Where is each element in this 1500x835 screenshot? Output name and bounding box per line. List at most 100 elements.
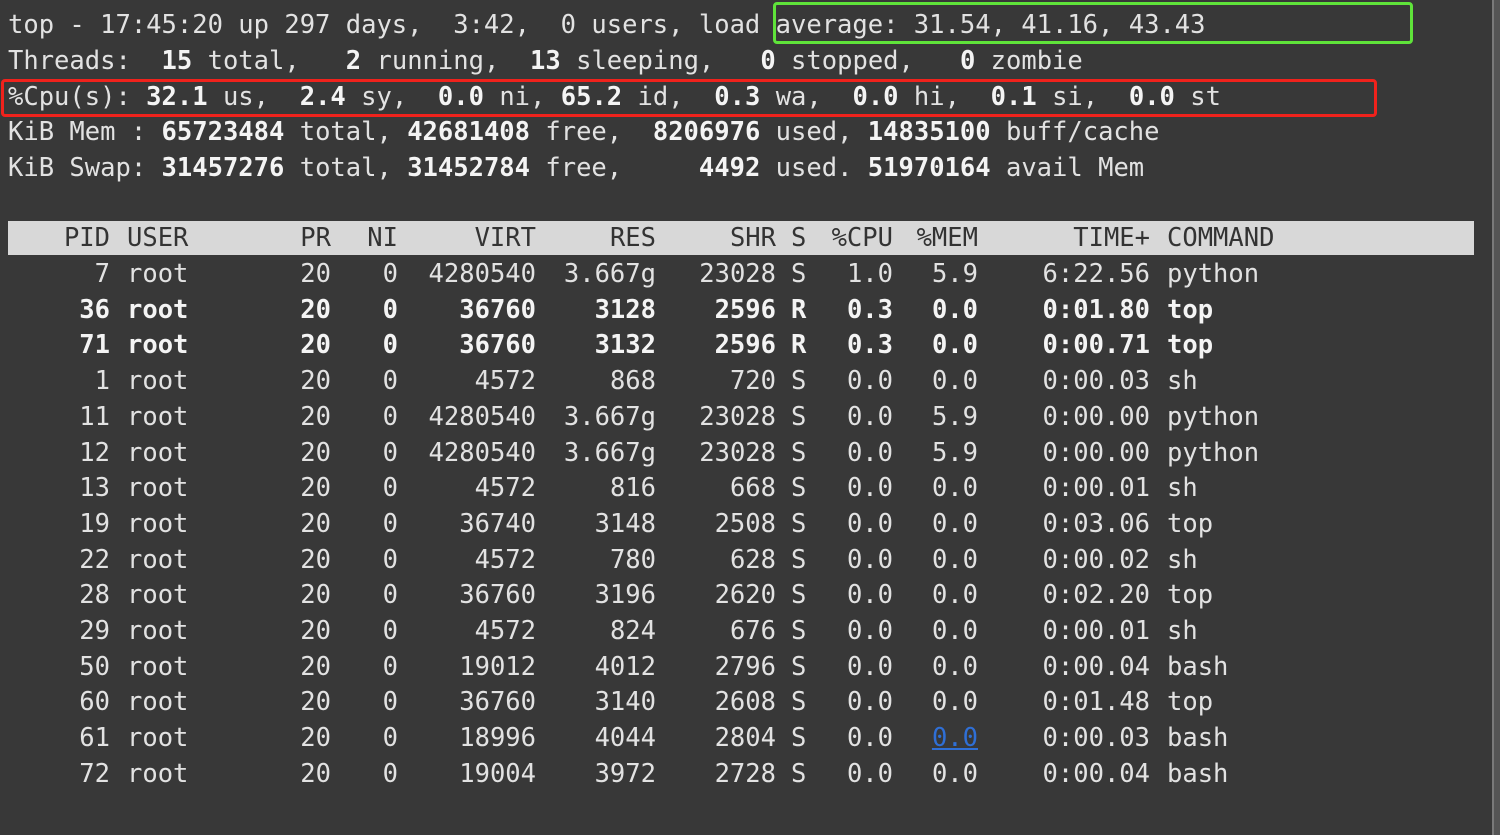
cell-cpu: 0.0 xyxy=(846,616,893,646)
cell-s: S xyxy=(791,723,807,754)
cell-cmd: sh xyxy=(1167,473,1198,504)
cell-cmd: top xyxy=(1167,330,1214,361)
table-row: 11 root 20 0 4280540 3.667g 23028 S 0.0 5.9 0:00.0… xyxy=(8,400,1474,436)
cell-virt: 19012 xyxy=(459,651,536,682)
cell-time: 0:00.02 xyxy=(1042,544,1150,575)
cell-mem: 0.0 xyxy=(931,580,978,611)
mem-buff-cache: 14835100 xyxy=(867,117,991,147)
cell-res: 4012 xyxy=(594,651,656,682)
cell-res: 824 xyxy=(609,616,656,646)
cell-res: 3.667g xyxy=(563,401,656,432)
cell-s: S xyxy=(791,473,807,504)
cell-time: 0:00.04 xyxy=(1042,651,1150,682)
cell-cpu: 0.0 xyxy=(846,723,893,754)
threads-total: 15 xyxy=(161,46,193,76)
cell-virt: 4572 xyxy=(474,616,536,646)
cell-virt: 36760 xyxy=(459,294,536,325)
cell-time: 0:00.04 xyxy=(1042,758,1150,789)
cell-res: 3132 xyxy=(594,330,656,361)
cell-cmd: top xyxy=(1167,294,1214,325)
col-cpu: %CPU xyxy=(831,223,893,253)
cell-mem: 0.0 xyxy=(931,616,978,646)
table-row: 50 root 20 0 19012 4012 2796 S 0.0 0.0 0:00.04 bash xyxy=(8,650,1474,686)
cell-shr: 2508 xyxy=(714,508,776,539)
cell-pid: 19 xyxy=(79,508,110,539)
cell-pr: 20 xyxy=(300,294,331,325)
cell-ni: 0 xyxy=(382,544,398,575)
cell-cmd: python xyxy=(1167,259,1260,289)
cell-pr: 20 xyxy=(300,330,331,361)
cell-cpu: 0.0 xyxy=(846,366,893,397)
table-row: 28 root 20 0 36760 3196 2620 S 0.0 0.0 0:02.20 top xyxy=(8,578,1474,614)
cell-mem: 0.0 xyxy=(931,758,978,789)
cell-shr: 2728 xyxy=(714,758,776,789)
cell-res: 780 xyxy=(609,544,656,575)
cell-pr: 20 xyxy=(300,366,331,397)
table-row: 29 root 20 0 4572 824 676 S 0.0 0.0 0:00.01 sh xyxy=(8,614,1474,650)
table-row: 22 root 20 0 4572 780 628 S 0.0 0.0 0:00.02 sh xyxy=(8,543,1474,579)
cell-shr: 2796 xyxy=(714,651,776,682)
cell-cpu: 0.0 xyxy=(846,580,893,611)
cell-ni: 0 xyxy=(382,687,398,718)
cell-shr: 2596 xyxy=(714,294,776,325)
swap-total: 31457276 xyxy=(161,153,285,183)
cell-cmd: sh xyxy=(1167,366,1198,397)
scrollbar[interactable] xyxy=(1492,0,1500,835)
cell-time: 0:00.03 xyxy=(1042,366,1150,397)
cell-virt: 4572 xyxy=(474,544,536,575)
table-row: 71 root 20 0 36760 3132 2596 R 0.3 0.0 0:00.71 top xyxy=(8,328,1474,364)
table-row: 7 root 20 0 4280540 3.667g 23028 S 1.0 5.9 6:22.56… xyxy=(8,257,1474,293)
table-row: 60 root 20 0 36760 3140 2608 S 0.0 0.0 0:01.48 top xyxy=(8,685,1474,721)
cell-time: 0:02.20 xyxy=(1042,580,1150,611)
col-pr: PR xyxy=(300,223,331,253)
swap-used: 4492 xyxy=(698,153,761,183)
cell-time: 6:22.56 xyxy=(1042,259,1150,289)
cell-ni: 0 xyxy=(382,259,398,289)
cell-pid: 61 xyxy=(79,723,110,754)
cell-res: 3128 xyxy=(594,294,656,325)
cell-pid: 50 xyxy=(79,651,110,682)
cell-cmd: python xyxy=(1167,437,1260,468)
cell-virt: 4280540 xyxy=(428,259,536,289)
threads-total-label: total, xyxy=(192,46,300,76)
cell-ni: 0 xyxy=(382,651,398,682)
cell-cpu: 0.0 xyxy=(846,651,893,682)
cell-res: 3140 xyxy=(594,687,656,718)
cell-pid: 29 xyxy=(79,616,110,646)
cell-s: R xyxy=(791,330,807,361)
cell-shr: 720 xyxy=(729,366,776,397)
table-row: 61 root 20 0 18996 4044 2804 S 0.0 0.0 0:00.03 bash xyxy=(8,721,1474,757)
col-pid: PID xyxy=(63,223,110,253)
cell-mem: 0.0 xyxy=(931,508,978,539)
col-time: TIME+ xyxy=(1073,223,1150,253)
cell-ni: 0 xyxy=(382,580,398,611)
cell-pid: 11 xyxy=(79,401,110,432)
mem-label: KiB Mem : xyxy=(8,117,162,147)
cell-cmd: bash xyxy=(1167,723,1229,754)
cell-shr: 2620 xyxy=(714,580,776,611)
cell-ni: 0 xyxy=(382,437,398,468)
cell-cpu: 0.0 xyxy=(846,473,893,504)
cell-ni: 0 xyxy=(382,366,398,397)
col-s: S xyxy=(791,223,807,253)
cell-mem[interactable]: 0.0 xyxy=(905,721,978,755)
cell-mem: 0.0 xyxy=(931,544,978,575)
cell-shr: 668 xyxy=(729,473,776,504)
cell-virt: 19004 xyxy=(459,758,536,789)
terminal-window[interactable]: top - 17:45:20 up 297 days, 3:42, 0 user… xyxy=(0,0,1500,835)
cell-res: 3196 xyxy=(594,580,656,611)
threads-zombie: 0 xyxy=(959,46,976,76)
cell-shr: 2608 xyxy=(714,687,776,718)
threads-sleeping: 13 xyxy=(530,46,561,76)
cell-virt: 36760 xyxy=(459,580,536,611)
cell-cpu: 0.0 xyxy=(846,687,893,718)
cell-cpu: 0.0 xyxy=(846,508,893,539)
cell-virt: 4280540 xyxy=(428,437,536,468)
cell-time: 0:01.80 xyxy=(1042,294,1150,325)
cell-ni: 0 xyxy=(382,294,398,325)
cell-pid: 36 xyxy=(79,294,110,325)
cell-pr: 20 xyxy=(300,616,331,646)
cell-pid: 13 xyxy=(79,473,110,504)
cell-s: S xyxy=(791,366,807,397)
cell-cpu: 0.0 xyxy=(846,544,893,575)
